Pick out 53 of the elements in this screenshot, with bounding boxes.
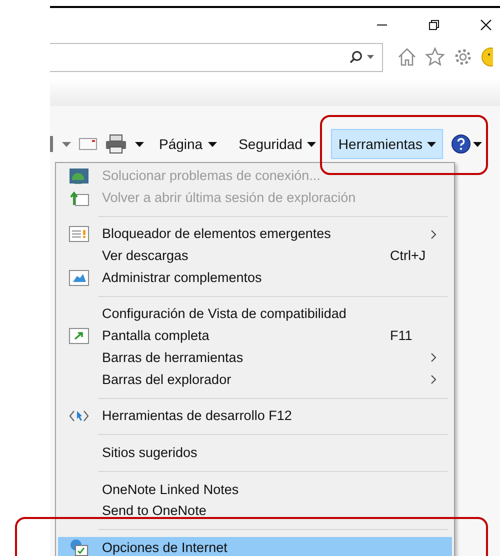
fullscreen-icon [69, 328, 89, 344]
developer-tools-icon [69, 409, 89, 424]
menu-item[interactable]: Ver descargas Ctrl+J [58, 245, 452, 267]
shortcut-label: Ctrl+J [390, 246, 427, 265]
menu-item[interactable]: Barras de herramientas [58, 347, 452, 369]
printer-icon[interactable] [105, 134, 127, 154]
caret-icon[interactable] [307, 142, 316, 146]
menu-item[interactable]: Herramientas de desarrollo F12 [58, 405, 452, 428]
caret-icon[interactable] [473, 142, 482, 146]
menu-item-label: Solucionar problemas de conexión... [102, 166, 322, 185]
menu-item-label: OneNote Linked Notes [102, 480, 240, 499]
shortcut-label: F11 [390, 327, 414, 346]
menu-item[interactable]: OneNote Linked Notes [58, 478, 452, 501]
star-icon[interactable] [425, 47, 445, 67]
menu-item-label: Barras de herramientas [102, 348, 244, 367]
address-field[interactable] [50, 42, 383, 72]
menu-item[interactable]: Administrar complementos [58, 266, 452, 289]
menu-item[interactable]: Configuración de Vista de compatibilidad [58, 304, 452, 326]
settings-icon[interactable] [453, 47, 473, 67]
menu-item-label: Bloqueador de elementos emergentes [102, 225, 332, 244]
menu-item-label: Send to OneNote [102, 502, 208, 520]
restore-icon[interactable] [428, 19, 440, 31]
globe-icon [69, 168, 89, 184]
help-icon[interactable] [451, 134, 472, 154]
menu-item-label: Barras del explorador [102, 370, 232, 389]
search-icon[interactable] [349, 50, 363, 64]
internet-options-icon [69, 539, 89, 556]
mail-icon[interactable] [79, 137, 97, 151]
toolbar-menu-button[interactable]: Página [152, 129, 224, 159]
caret-icon[interactable] [208, 142, 217, 146]
menu-item[interactable]: Barras del explorador [58, 368, 452, 391]
menu-item-label: Administrar complementos [102, 268, 263, 287]
menu-item[interactable]: Bloqueador de elementos emergentes [58, 223, 452, 246]
popup-window-icon [69, 226, 89, 242]
puzzle-window-icon [69, 270, 89, 286]
close-icon[interactable] [480, 19, 492, 31]
menu-item[interactable]: Send to OneNote [58, 500, 452, 522]
menu-item-label: Herramientas de desarrollo F12 [102, 407, 293, 426]
menu-item[interactable]: Opciones de Internet [58, 537, 452, 556]
home-icon[interactable] [397, 47, 417, 67]
menu-item-label: Volver a abrir última sesión de exploración [102, 188, 357, 207]
reopen-window-icon [69, 188, 89, 207]
caret-icon[interactable] [427, 142, 436, 146]
caret-icon[interactable] [135, 142, 144, 146]
menu-item-label: Ver descargas [102, 246, 190, 265]
menu-item-label: Opciones de Internet [102, 538, 228, 556]
menu-item-label: Configuración de Vista de compatibilidad [102, 305, 348, 324]
toolbar-menu-button[interactable]: Herramientas [331, 129, 444, 159]
menu-item[interactable]: Sitios sugeridos [58, 442, 452, 464]
toolbar-menu-button[interactable]: Seguridad [232, 129, 324, 159]
menu-item-label: Pantalla completa [102, 327, 210, 346]
menu-item[interactable]: Pantalla completa F11 [58, 325, 452, 348]
menu-item-label: Sitios sugeridos [102, 444, 198, 462]
